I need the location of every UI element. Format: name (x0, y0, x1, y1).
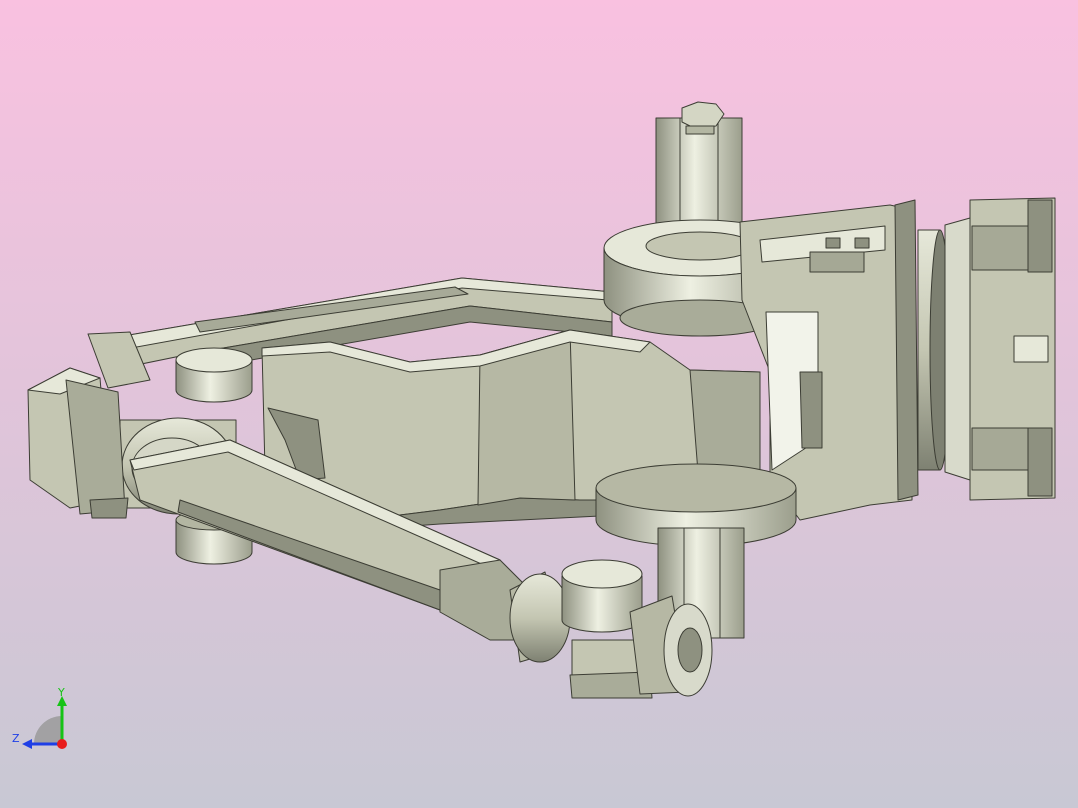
cad-model-scene[interactable] (0, 0, 1078, 808)
triad-arc (34, 716, 62, 744)
z-axis-arrow (22, 739, 32, 749)
z-axis-label: Z (12, 732, 20, 745)
y-axis-label: Y (57, 686, 65, 699)
x-axis-point (57, 739, 67, 749)
3d-viewport[interactable]: Y Z (0, 0, 1078, 808)
orientation-triad: Y Z (12, 686, 67, 749)
base-flange[interactable] (894, 197, 1056, 501)
